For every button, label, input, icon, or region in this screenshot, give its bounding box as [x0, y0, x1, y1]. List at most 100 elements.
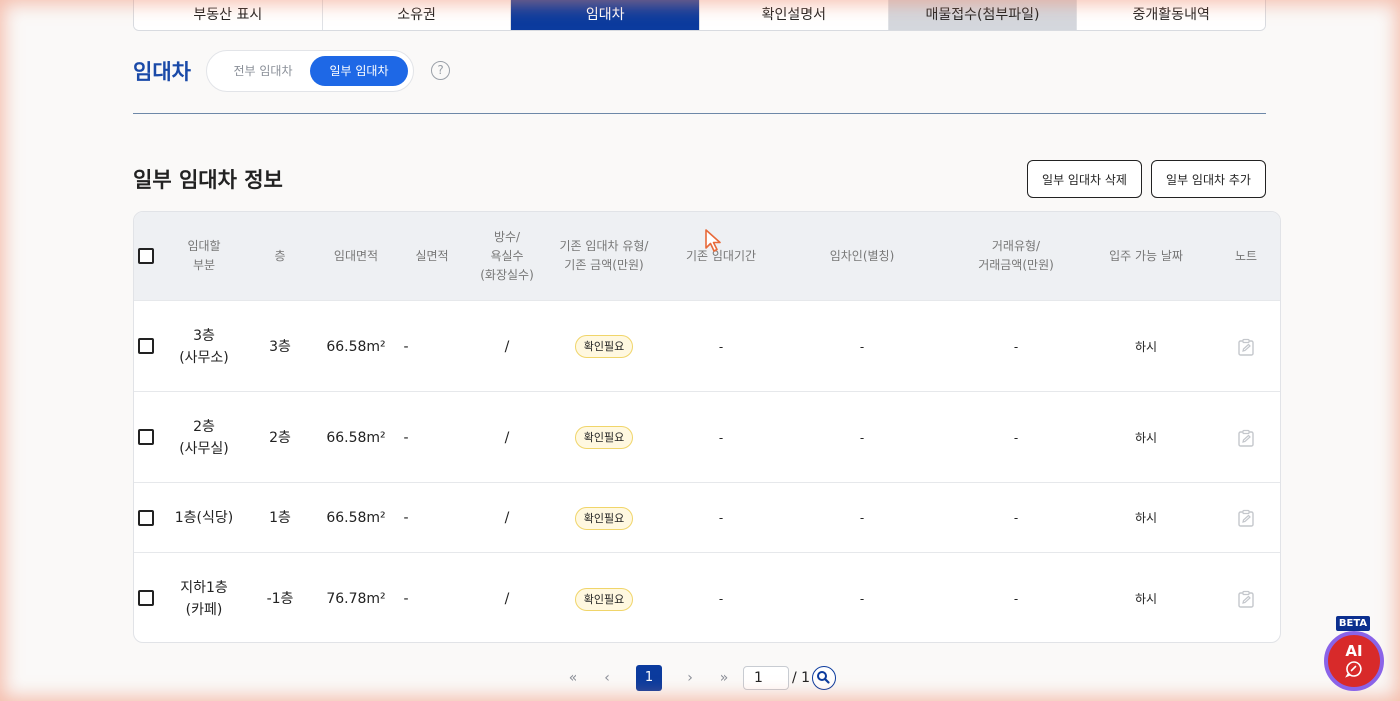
header-note: 노트 — [1234, 248, 1258, 263]
toggle-partial-lease[interactable]: 일부 임대차 — [310, 56, 408, 86]
cell-rooms: / — [504, 510, 510, 526]
tab-bar: 부동산 표시 소유권 임대차 확인설명서 매물접수(첨부파일) 중개활동내역 — [133, 0, 1266, 31]
note-cell — [1218, 392, 1274, 483]
status-badge: 확인필요 — [574, 587, 634, 611]
cell-rooms: / — [504, 429, 510, 446]
partial-lease-table: 임대할 부분 층 임대면적 실면적 방수/ 욕실수 (화장실수) 기존 임대차 … — [133, 211, 1281, 643]
chat-bubble-icon — [1345, 661, 1362, 678]
mouse-cursor-icon — [705, 229, 721, 252]
cell-real-area: - — [403, 591, 409, 607]
cell-tenant: - — [859, 592, 865, 606]
cell-part: 1층(식당) — [174, 510, 234, 526]
lease-type-toggle: 전부 임대차 일부 임대차 — [206, 50, 414, 92]
lease-section-title: 임대차 — [133, 60, 191, 84]
cell-tenant: - — [859, 430, 865, 445]
pagination: « ‹ 1 › » 1 / 1 — [0, 665, 1400, 691]
cell-lease-area: 66.58m² — [326, 338, 386, 355]
note-cell — [1218, 553, 1274, 642]
cell-move-in: 하시 — [1134, 511, 1158, 525]
note-edit-icon[interactable] — [1237, 429, 1255, 447]
next-page-button[interactable]: › — [683, 665, 697, 691]
cell-move-in: 하시 — [1134, 592, 1158, 606]
delete-partial-lease-button[interactable]: 일부 임대차 삭제 — [1027, 160, 1142, 198]
status-badge: 확인필요 — [574, 426, 634, 449]
tab-brokerage-history[interactable]: 중개활동내역 — [1077, 0, 1265, 30]
cell-period: - — [718, 592, 724, 606]
table-row: 2층 (사무실) 2층 66.58m² - / 확인필요 - - - 하시 — [134, 391, 1280, 482]
cell-existing: 확인필요 — [552, 392, 656, 483]
select-all-checkbox[interactable] — [138, 248, 154, 264]
row-checkbox[interactable] — [138, 429, 154, 445]
note-edit-icon[interactable] — [1237, 590, 1255, 608]
cell-move-in: 하시 — [1134, 430, 1158, 445]
toggle-all-lease[interactable]: 전부 임대차 — [223, 56, 303, 86]
ai-label: AI — [1345, 642, 1363, 660]
row-checkbox[interactable] — [138, 590, 154, 606]
search-icon — [817, 671, 830, 684]
header-move-in: 입주 가능 날짜 — [1109, 248, 1183, 263]
header-floor: 층 — [274, 248, 286, 263]
cell-lease-area: 76.78m² — [326, 591, 386, 607]
beta-badge: BETA — [1336, 616, 1370, 631]
tab-lease[interactable]: 임대차 — [511, 0, 701, 30]
table-header: 임대할 부분 층 임대면적 실면적 방수/ 욕실수 (화장실수) 기존 임대차 … — [134, 212, 1280, 300]
note-edit-icon[interactable] — [1237, 509, 1255, 527]
cell-part: 지하1층 (카페) — [180, 580, 228, 618]
table-row: 3층 (사무소) 3층 66.58m² - / 확인필요 - - - 하시 — [134, 300, 1280, 391]
cell-move-in: 하시 — [1134, 339, 1158, 354]
cell-deal: - — [1013, 339, 1019, 354]
tab-listing-attachments[interactable]: 매물접수(첨부파일) — [888, 0, 1078, 30]
cell-deal: - — [1013, 511, 1019, 525]
last-page-button[interactable]: » — [716, 665, 732, 691]
status-badge: 확인필요 — [574, 335, 634, 358]
cell-floor: 3층 — [269, 338, 291, 355]
header-part: 임대할 부분 — [187, 239, 221, 272]
cell-lease-area: 66.58m² — [326, 429, 386, 446]
cell-rooms: / — [504, 338, 510, 355]
cell-part: 3층 (사무소) — [179, 327, 229, 366]
prev-page-button[interactable]: ‹ — [600, 665, 614, 691]
cell-floor: 2층 — [269, 429, 291, 446]
page-number-input[interactable]: 1 — [743, 666, 789, 690]
ai-assistant-button[interactable]: AI — [1324, 631, 1384, 691]
header-deal: 거래유형/ 거래금액(만원) — [978, 239, 1054, 272]
cell-real-area: - — [403, 510, 409, 526]
row-checkbox[interactable] — [138, 510, 154, 526]
row-checkbox[interactable] — [138, 338, 154, 354]
header-rooms: 방수/ 욕실수 (화장실수) — [480, 229, 534, 282]
note-cell — [1218, 483, 1274, 553]
page-total: / 1 — [792, 670, 811, 686]
cell-deal: - — [1013, 592, 1019, 606]
page-go-button[interactable] — [812, 666, 836, 690]
first-page-button[interactable]: « — [565, 665, 581, 691]
cell-rooms: / — [504, 591, 510, 607]
note-cell — [1218, 301, 1274, 392]
cell-tenant: - — [859, 511, 865, 525]
partial-lease-info-title: 일부 임대차 정보 — [133, 168, 283, 192]
header-real-area: 실면적 — [415, 248, 449, 263]
add-partial-lease-button[interactable]: 일부 임대차 추가 — [1151, 160, 1266, 198]
tab-property-display[interactable]: 부동산 표시 — [134, 0, 323, 30]
cell-floor: -1층 — [266, 591, 294, 607]
cell-period: - — [718, 339, 724, 354]
cell-period: - — [718, 511, 724, 525]
note-edit-icon[interactable] — [1237, 338, 1255, 356]
cell-real-area: - — [403, 338, 409, 355]
page: 부동산 표시 소유권 임대차 확인설명서 매물접수(첨부파일) 중개활동내역 임… — [0, 0, 1400, 701]
header-existing-lease: 기존 임대차 유형/ 기존 금액(만원) — [559, 239, 649, 272]
tab-confirmation[interactable]: 확인설명서 — [700, 0, 889, 30]
cell-period: - — [718, 430, 724, 445]
help-icon[interactable]: ? — [431, 61, 450, 80]
cell-existing: 확인필요 — [552, 301, 656, 392]
cell-floor: 1층 — [269, 510, 291, 526]
cell-lease-area: 66.58m² — [326, 510, 386, 526]
table-row: 지하1층 (카페) -1층 76.78m² - / 확인필요 - - - 하시 — [134, 552, 1280, 642]
header-lease-period: 기존 임대기간 — [685, 248, 757, 263]
tab-ownership[interactable]: 소유권 — [322, 0, 512, 30]
cell-tenant: - — [859, 339, 865, 354]
table-row: 1층(식당) 1층 66.58m² - / 확인필요 - - - 하시 — [134, 482, 1280, 552]
status-badge: 확인필요 — [574, 506, 634, 530]
current-page-button[interactable]: 1 — [636, 665, 662, 691]
cell-part: 2층 (사무실) — [179, 418, 229, 457]
cell-real-area: - — [403, 429, 409, 446]
